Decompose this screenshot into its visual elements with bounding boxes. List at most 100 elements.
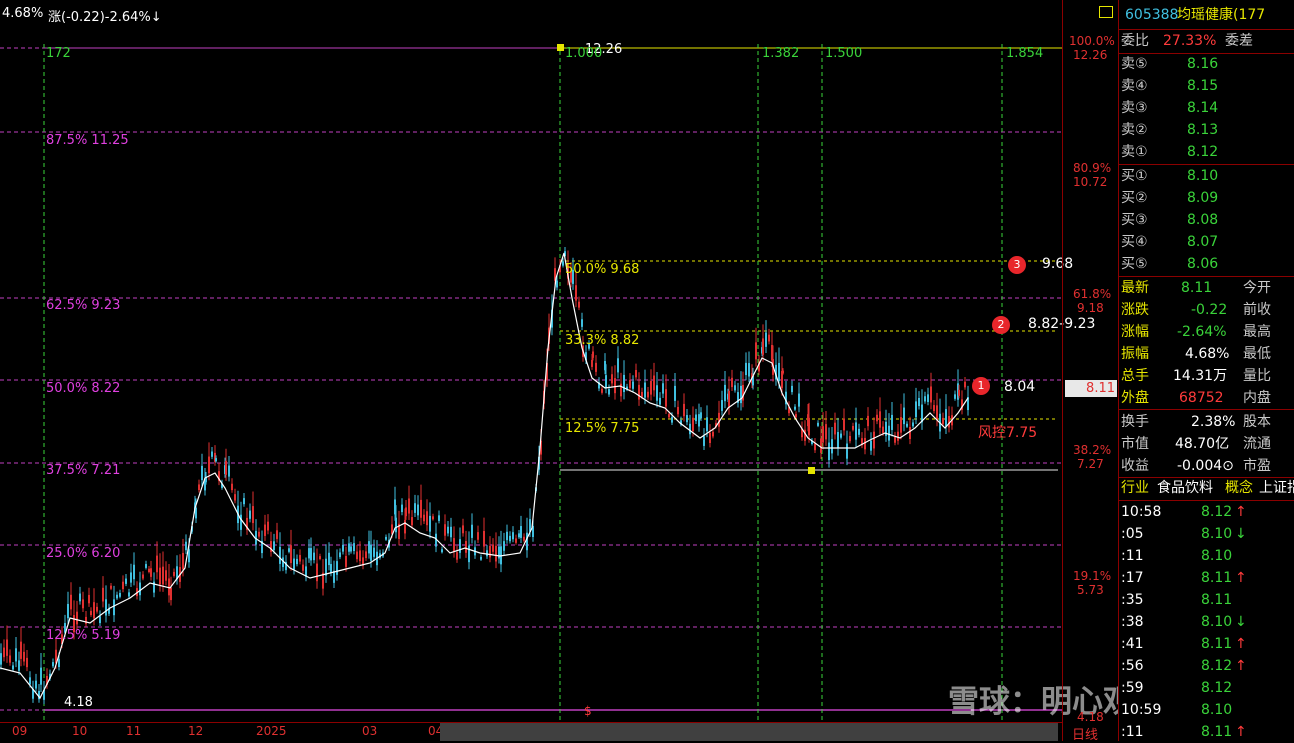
quote-row: 外盘 68752 内盘 [1119,387,1294,409]
low-marker [808,467,815,474]
quote-value: 8.11 [1181,280,1213,296]
candle [765,332,767,347]
candle [581,319,583,327]
industry-value[interactable]: 食品饮料 [1157,477,1213,499]
stat-row: 换手 2.38% 股本 [1119,411,1294,433]
ratio-label: 1.000 [565,46,603,61]
fib-top-label: 172 [46,46,71,61]
candle [296,558,298,565]
tick-price: 8.10 [1201,548,1233,564]
candle [897,431,899,441]
axis-price: 12.26 [1073,48,1108,62]
fib-level-label: 37.5% 7.21 [46,463,121,478]
quote-row: 总手 14.31万 量比 [1119,365,1294,387]
candle [942,417,944,425]
tick-time: 10:58 [1121,504,1162,520]
stock-name[interactable]: 均瑶健康(177 [1177,4,1265,26]
tick-price: 8.11 [1201,570,1233,586]
concept-value[interactable]: 上证指 [1259,477,1294,499]
ask-row: 卖④ 8.15 [1119,75,1294,97]
candle [211,451,213,457]
candle [316,563,318,582]
stat-label-right: 股本 [1243,414,1271,430]
candle [855,422,857,440]
candle [170,587,172,601]
candle [556,280,558,288]
candle [795,414,797,418]
candle [526,532,528,551]
kline-chart[interactable]: 4.68% 涨(-0.22)-2.64%↓ 172 87.5% 11.25 62… [0,0,1165,743]
candle [429,515,431,532]
candle [208,456,210,474]
indicator-text: 涨(-0.22)-2.64%↓ [48,10,162,25]
candle [740,385,742,404]
tick-time: :11 [1121,724,1144,740]
candle [852,426,854,430]
tick-time: :38 [1121,614,1144,630]
candle [243,498,245,505]
candle [459,539,461,553]
scroll-thumb[interactable] [440,723,1058,741]
candle [156,555,158,573]
candle [165,570,167,581]
tick-arrow: ↑ [1235,636,1247,652]
candle [148,568,150,573]
stat-value: -0.004⊙ [1177,458,1234,474]
candle [122,581,124,590]
tick-row: :11 8.10 [1119,545,1294,567]
candle [276,530,278,539]
quote-label: 总手 [1121,368,1149,384]
candle [88,594,90,604]
ask-row: 卖② 8.13 [1119,119,1294,141]
inner-fib-label: 33.3% 8.82 [565,333,640,348]
candle [128,592,130,597]
chart-canvas[interactable] [0,0,1062,741]
candle [791,385,793,393]
axis-price: 9.18 [1077,301,1104,315]
candle [395,517,397,533]
bid-row: 买④ 8.07 [1119,231,1294,253]
bid-label: 买② [1121,190,1148,206]
tick-time: :11 [1121,548,1144,564]
candle [906,423,908,427]
candle [909,427,911,439]
candle [308,548,310,559]
tick-row: :17 8.11 ↑ [1119,567,1294,589]
candle [348,543,350,552]
candle [945,409,947,427]
bid-label: 买④ [1121,234,1148,250]
candle [828,442,830,461]
ask-row: 卖⑤ 8.16 [1119,53,1294,75]
candle [302,564,304,571]
candle [762,338,764,355]
candle [150,568,152,577]
candle [477,532,479,540]
x-tick: 09 [12,724,28,738]
ask-label: 卖⑤ [1121,56,1148,72]
candle [656,385,658,401]
candle [6,639,8,656]
tick-price: 8.10 [1201,526,1233,542]
candle [492,544,494,552]
candle [876,414,878,422]
layout-toggle-icon[interactable] [1099,6,1113,18]
candle [52,662,54,667]
stock-code: 605388 [1125,7,1179,23]
tick-price: 8.12 [1201,680,1233,696]
quote-row: 最新 8.11 今开 [1119,277,1294,299]
candle [689,423,691,435]
ratio-label: 1.382 [762,46,800,61]
candle [498,546,500,559]
candle [575,285,577,301]
quote-value: 4.68% [1185,346,1230,362]
candle [139,582,141,596]
candle [641,391,643,397]
candle [185,541,187,551]
candle [918,397,920,407]
ask-price: 8.14 [1187,100,1219,116]
candle [745,362,747,376]
candle [601,388,603,393]
ratio-label: 1.854 [1006,46,1044,61]
weibi-value: 27.33% [1163,33,1217,49]
bid-price: 8.10 [1187,168,1219,184]
